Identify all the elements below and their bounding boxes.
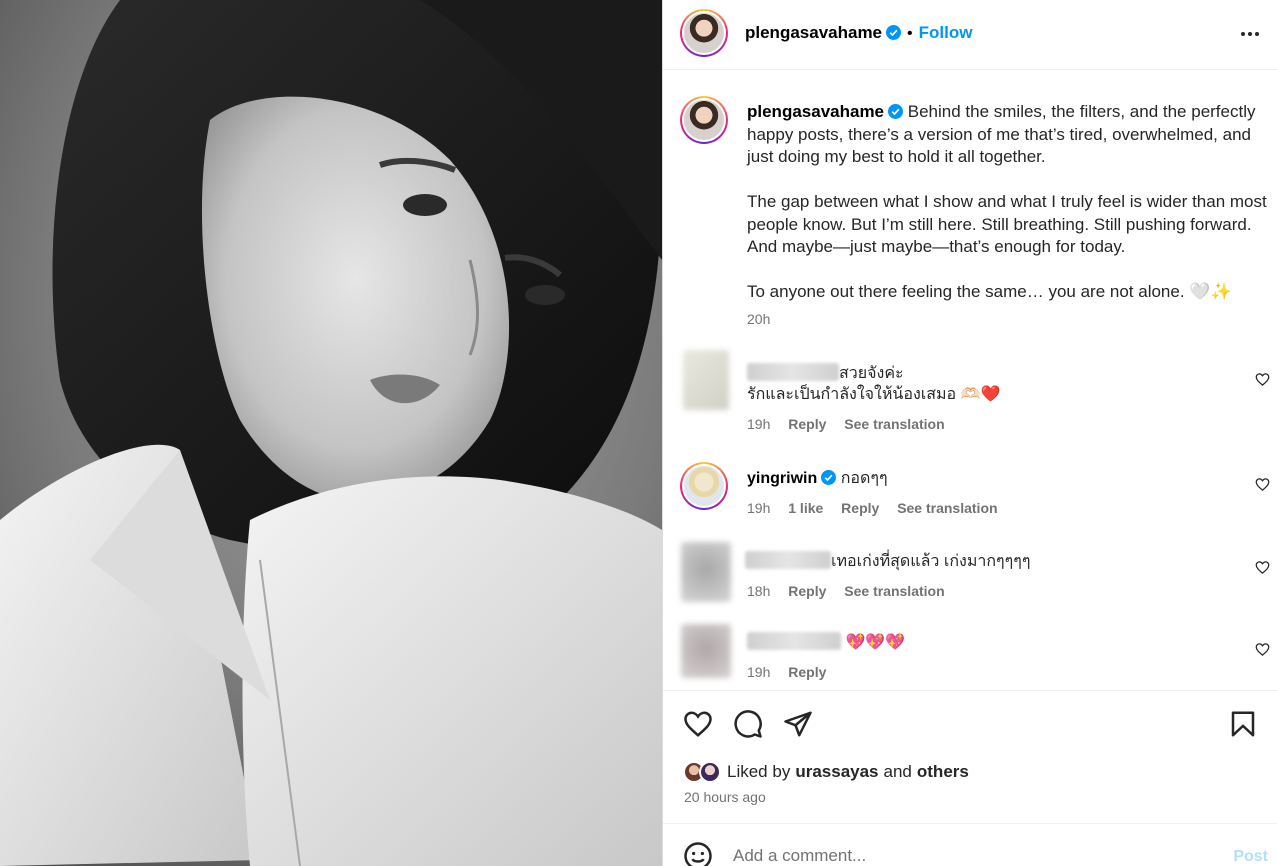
post-caption: plengasavahame Behind the smiles, the fi… [747,101,1267,330]
bookmark-icon[interactable] [1228,709,1258,739]
post-time-ago[interactable]: 20 hours ago [684,789,766,805]
comment-input[interactable] [733,844,1183,866]
more-options-icon[interactable] [1238,22,1262,46]
comment-timestamp: 19h [747,500,771,516]
verified-badge-icon [886,25,902,40]
caption-author-avatar[interactable] [680,96,728,144]
post-header: plengasavahame • Follow [663,0,1277,70]
caption-paragraph-2: The gap between what I show and what I t… [747,192,1267,256]
liked-by-others[interactable]: others [917,762,969,782]
liked-by-prefix: Liked by [727,762,791,781]
liked-by-row: Liked by urassayas and others [683,761,969,783]
commenter-avatar[interactable] [681,542,731,602]
verified-badge-icon [821,470,837,485]
heart-icon[interactable] [683,709,713,739]
comment-icon[interactable] [733,709,763,739]
like-comment-heart-icon[interactable] [1255,560,1270,575]
see-translation-button[interactable]: See translation [844,583,944,599]
portrait-image [0,0,662,866]
share-icon[interactable] [783,709,813,739]
reply-button[interactable]: Reply [788,664,826,680]
commenter-username[interactable]: yingriwin [747,470,817,487]
comment-text: สวยจังค่ะ [839,365,904,382]
comment-likes-count[interactable]: 1 like [788,500,823,516]
post-detail-panel: plengasavahame • Follow plengasavahame Beh… [662,0,1277,866]
commenter-avatar[interactable] [683,350,729,410]
comment-text: กอดๆๆ [840,470,888,487]
header-separator: • [907,25,913,42]
post-comment-button[interactable]: Post [1233,848,1268,866]
post-photo[interactable] [0,0,662,866]
comment-text: 💖💖💖 [845,634,906,651]
commenter-avatar[interactable] [680,462,728,510]
see-translation-button[interactable]: See translation [897,500,997,516]
reply-button[interactable]: Reply [841,500,879,516]
caption-username[interactable]: plengasavahame [747,102,884,121]
follow-button[interactable]: Follow [919,23,973,42]
caption-paragraph-3: To anyone out there feeling the same… yo… [747,282,1232,301]
reply-button[interactable]: Reply [788,583,826,599]
post-actions: Liked by urassayas and others 20 hours a… [663,690,1277,822]
comment-timestamp: 19h [747,416,771,432]
emoji-icon[interactable] [683,841,713,866]
commenter-username-blurred[interactable] [747,363,839,381]
comment-text: เทอเก่งที่สุดแล้ว เก่งมากๆๆๆๆ [831,553,1031,570]
caption-timestamp[interactable]: 20h [747,311,770,327]
author-username[interactable]: plengasavahame [745,23,882,42]
like-comment-heart-icon[interactable] [1255,477,1270,492]
commenter-username-blurred[interactable] [747,632,841,650]
comment-timestamp: 18h [747,583,771,599]
commenter-username-blurred[interactable] [745,551,831,569]
commenter-avatar[interactable] [681,624,731,678]
liker-avatar[interactable] [699,761,721,783]
reply-button[interactable]: Reply [788,416,826,432]
comment-text-line-2: รักและเป็นกำลังใจให้น้องเสมอ 🫶🏻❤️ [747,386,1001,403]
see-translation-button[interactable]: See translation [844,416,944,432]
author-avatar[interactable] [680,9,728,57]
like-comment-heart-icon[interactable] [1255,642,1270,657]
liked-by-joiner: and [883,762,912,781]
like-comment-heart-icon[interactable] [1255,372,1270,387]
add-comment-bar: Post [663,823,1277,866]
liked-by-user[interactable]: urassayas [795,762,878,782]
comment-timestamp: 19h [747,664,771,680]
verified-badge-icon [888,104,904,119]
